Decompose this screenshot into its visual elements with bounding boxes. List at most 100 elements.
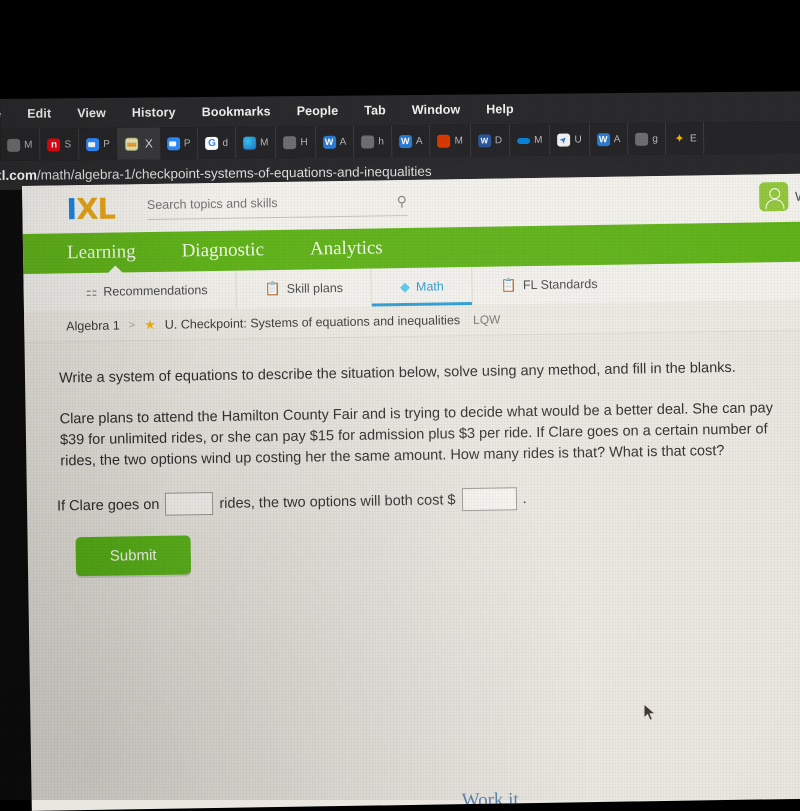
tab-title: M: [24, 139, 33, 151]
tab-math[interactable]: ◆ Math: [371, 266, 474, 307]
star-icon[interactable]: ★: [144, 317, 156, 333]
nav-item-learning[interactable]: Learning: [67, 241, 136, 264]
submit-button[interactable]: Submit: [75, 535, 191, 577]
browser-tab[interactable]: M: [430, 124, 472, 157]
browser-tab[interactable]: H: [276, 125, 316, 159]
question-instruction: Write a system of equations to describe …: [58, 359, 736, 387]
search-box[interactable]: ⚲: [146, 192, 408, 220]
work-it-out-link[interactable]: Work it: [462, 789, 519, 811]
search-input[interactable]: [146, 194, 358, 213]
wikipedia-favicon: W: [596, 132, 610, 146]
tab-title: d: [222, 137, 229, 149]
question-problem: Clare plans to attend the Hamilton Count…: [59, 400, 774, 470]
menu-item-history[interactable]: History: [132, 105, 176, 119]
wikipedia-favicon: W: [322, 135, 336, 149]
question-area: Write a system of equations to describe …: [24, 330, 800, 577]
ixl-favicon: [124, 137, 138, 151]
tab-title: P: [103, 138, 110, 150]
tab-title: E: [689, 132, 697, 144]
breadcrumb-skill: U. Checkpoint: Systems of equations and …: [164, 313, 461, 332]
menu-item-window[interactable]: Window: [412, 103, 461, 117]
edge-favicon: [243, 136, 257, 150]
menu-item-edit[interactable]: Edit: [27, 107, 51, 121]
screen-bezel: [0, 0, 800, 101]
menu-item-apple[interactable]: e: [0, 107, 1, 121]
skill-code: LQW: [472, 312, 501, 327]
answer-middle: rides, the two options will both cost $: [219, 491, 456, 512]
browser-tab[interactable]: ✦ E: [665, 122, 705, 155]
word-favicon: W: [477, 133, 491, 147]
skill-plans-icon: 📋: [264, 280, 281, 297]
puzzle-favicon: ✦: [674, 130, 685, 146]
tab-label: Math: [415, 279, 444, 294]
tab-label: Recommendations: [103, 283, 208, 299]
tab-title: H: [300, 136, 308, 148]
math-diamond-icon: ◆: [399, 278, 411, 295]
browser-tab[interactable]: n S: [40, 128, 80, 161]
browser-tab[interactable]: W D: [470, 124, 511, 157]
tab-title: A: [415, 135, 423, 147]
account-area[interactable]: We: [758, 181, 800, 212]
browser-tab-active[interactable]: X: [117, 127, 161, 160]
browser-tab[interactable]: M: [509, 123, 551, 157]
browser-tab[interactable]: W A: [315, 125, 355, 158]
globe-favicon: [361, 134, 375, 149]
browser-tab[interactable]: M: [0, 128, 41, 161]
answer-prefix: If Clare goes on: [56, 496, 160, 514]
tab-recommendations[interactable]: ⚏ Recommendations: [57, 270, 237, 312]
wikipedia-favicon: W: [398, 134, 412, 148]
menu-item-help[interactable]: Help: [486, 102, 514, 116]
ixl-logo[interactable]: I XL: [66, 192, 115, 227]
tab-title: M: [534, 134, 543, 146]
nav-item-analytics[interactable]: Analytics: [310, 237, 383, 260]
cursor-favicon: [557, 133, 571, 147]
tab-title: D: [494, 134, 503, 146]
browser-tab[interactable]: M: [235, 126, 277, 159]
office-favicon: [437, 134, 451, 148]
browser-tab[interactable]: g: [628, 122, 667, 155]
tab-title: M: [260, 136, 269, 149]
menu-item-tab[interactable]: Tab: [364, 103, 386, 117]
menu-item-bookmarks[interactable]: Bookmarks: [202, 104, 271, 119]
browser-tab[interactable]: P: [79, 127, 118, 161]
standards-icon: 📋: [500, 277, 518, 293]
zoom-favicon: [166, 136, 180, 150]
google-favicon: [205, 136, 219, 150]
globe-favicon: [283, 135, 297, 149]
tab-title: A: [339, 136, 347, 148]
recommendations-icon: ⚏: [85, 283, 98, 300]
tab-title: g: [652, 133, 658, 145]
tab-title: h: [378, 135, 384, 147]
browser-tab[interactable]: P: [159, 127, 199, 160]
browser-tab[interactable]: U: [550, 123, 590, 156]
browser-tab[interactable]: h: [354, 125, 393, 158]
breadcrumb-separator: >: [128, 319, 136, 332]
tab-label: FL Standards: [522, 276, 598, 293]
tab-title: P: [183, 137, 191, 149]
menu-item-view[interactable]: View: [77, 106, 106, 120]
user-icon[interactable]: [758, 181, 789, 212]
tab-title: U: [574, 133, 582, 145]
search-icon[interactable]: ⚲: [397, 192, 408, 209]
browser-tab[interactable]: W A: [589, 122, 629, 156]
browser-tab[interactable]: W A: [391, 124, 431, 158]
netflix-favicon: n: [47, 137, 61, 152]
browser-tab[interactable]: d: [198, 126, 237, 160]
photo-of-screen: e Edit View History Bookmarks People Tab…: [0, 0, 800, 811]
tab-skill-plans[interactable]: 📋 Skill plans: [236, 268, 373, 309]
logo-letter-i: I: [66, 192, 77, 227]
tab-title: S: [64, 138, 72, 150]
tab-title: M: [454, 135, 463, 147]
generic-favicon: [7, 138, 21, 152]
zoom-favicon: [86, 137, 100, 151]
rides-input[interactable]: [165, 492, 214, 516]
breadcrumb-course[interactable]: Algebra 1: [66, 318, 120, 333]
menu-item-people[interactable]: People: [297, 104, 339, 118]
answer-suffix: .: [522, 490, 527, 507]
cost-input[interactable]: [461, 487, 517, 512]
nav-item-diagnostic[interactable]: Diagnostic: [181, 239, 264, 262]
logo-letters-xl: XL: [75, 191, 116, 227]
close-icon[interactable]: X: [145, 137, 153, 151]
tab-title: A: [613, 133, 621, 145]
tab-fl-standards[interactable]: 📋 FL Standards: [472, 265, 625, 305]
